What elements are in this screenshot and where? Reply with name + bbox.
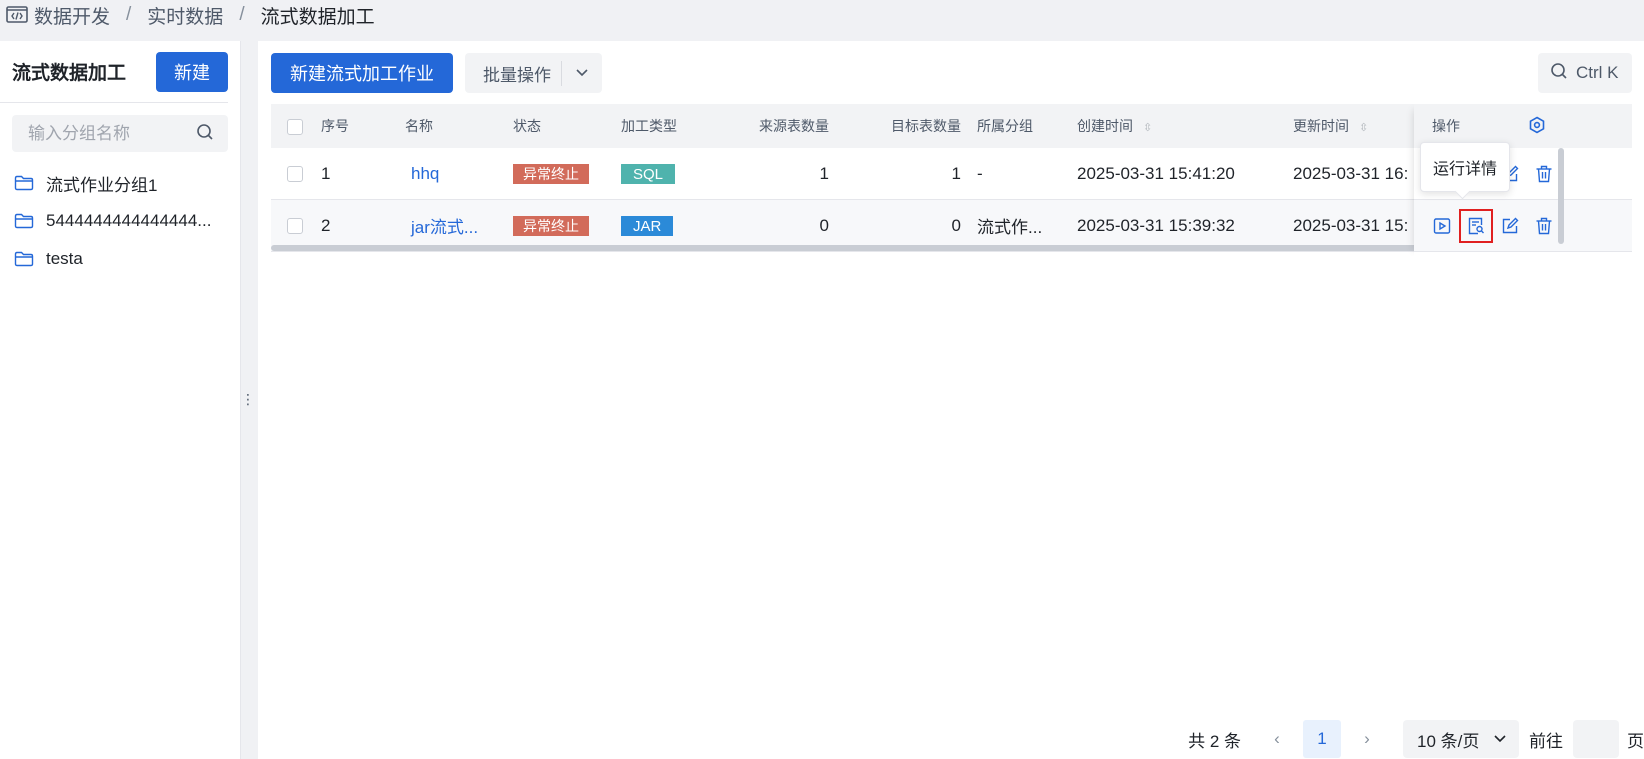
status-badge: 异常终止 bbox=[513, 215, 589, 236]
group-item[interactable]: testa bbox=[0, 240, 240, 278]
group-search bbox=[12, 115, 228, 152]
group-item[interactable]: 流式作业分组1 bbox=[0, 164, 240, 202]
row-source-count: 0 bbox=[819, 215, 829, 235]
group-list: 流式作业分组1 5444444444444444... testa bbox=[0, 164, 240, 278]
header-index: 序号 bbox=[321, 118, 349, 134]
group-item-label: testa bbox=[46, 249, 83, 268]
next-page-icon[interactable]: › bbox=[1355, 729, 1379, 749]
header-status: 状态 bbox=[513, 118, 541, 134]
panel-resize-handle[interactable]: ⋮⋮ bbox=[240, 41, 267, 759]
delete-icon[interactable] bbox=[1532, 162, 1556, 186]
row-checkbox[interactable] bbox=[287, 218, 303, 235]
header-name: 名称 bbox=[405, 118, 433, 134]
shortcut-label: Ctrl K bbox=[1576, 63, 1619, 82]
row-checkbox[interactable] bbox=[287, 166, 303, 183]
goto-label: 前往 bbox=[1529, 731, 1563, 751]
sort-icon[interactable]: ⇳ bbox=[1359, 121, 1368, 134]
horizontal-scrollbar[interactable] bbox=[271, 245, 1496, 251]
row-target-count: 1 bbox=[951, 163, 961, 183]
row-updated: 2025-03-31 15: bbox=[1293, 215, 1409, 235]
header-created-label: 创建时间 bbox=[1077, 118, 1133, 134]
batch-actions-label: 批量操作 bbox=[465, 60, 562, 86]
pagination: 共 2 条 ‹ 1 › 10 条/页 前往 页 bbox=[1188, 719, 1644, 759]
row-created: 2025-03-31 15:41:20 bbox=[1077, 163, 1235, 183]
type-badge: SQL bbox=[621, 163, 676, 184]
prev-page-icon[interactable]: ‹ bbox=[1265, 729, 1289, 749]
run-details-icon[interactable] bbox=[1459, 208, 1493, 243]
breadcrumb-item-realtime[interactable]: 实时数据 bbox=[147, 2, 223, 29]
new-job-button[interactable]: 新建流式加工作业 bbox=[271, 53, 453, 93]
group-item[interactable]: 5444444444444444... bbox=[0, 202, 240, 240]
row-target-count: 0 bbox=[951, 215, 961, 235]
batch-actions-dropdown[interactable]: 批量操作 bbox=[465, 53, 602, 93]
new-group-button[interactable]: 新建 bbox=[156, 51, 228, 92]
ops-header-label: 操作 bbox=[1432, 118, 1460, 134]
chevron-down-icon[interactable] bbox=[562, 68, 602, 78]
header-type: 加工类型 bbox=[621, 118, 677, 134]
delete-icon[interactable] bbox=[1532, 214, 1556, 238]
quick-search-button[interactable]: Ctrl K bbox=[1538, 53, 1632, 93]
row-source-count: 1 bbox=[819, 163, 829, 183]
sidebar: 流式数据加工 新建 流式作业分组1 5444444444444444... te… bbox=[0, 41, 240, 759]
toolbar: 新建流式加工作业 批量操作 bbox=[271, 53, 602, 93]
job-name-link[interactable]: jar流式... bbox=[405, 218, 478, 237]
breadcrumb: 数据开发 / 实时数据 / 流式数据加工 bbox=[0, 0, 375, 30]
folder-icon bbox=[14, 175, 34, 191]
row-type-cell: JAR bbox=[621, 215, 717, 236]
row-select-cell bbox=[271, 164, 321, 184]
folder-icon bbox=[14, 213, 34, 229]
header-updated[interactable]: 更新时间 ⇳ bbox=[1293, 116, 1433, 136]
group-item-label: 5444444444444444... bbox=[46, 211, 212, 230]
row-status-cell: 异常终止 bbox=[513, 163, 621, 184]
pagination-total: 共 2 条 bbox=[1188, 731, 1241, 751]
row-updated: 2025-03-31 16: bbox=[1293, 163, 1409, 183]
select-all-cell bbox=[271, 117, 321, 135]
row-group: - bbox=[977, 163, 983, 183]
status-badge: 异常终止 bbox=[513, 163, 589, 184]
header-updated-label: 更新时间 bbox=[1293, 118, 1349, 134]
code-window-icon bbox=[6, 5, 28, 25]
group-search-input[interactable] bbox=[28, 123, 196, 144]
goto-page-input[interactable] bbox=[1573, 720, 1619, 758]
row-name-cell: hhq bbox=[405, 164, 513, 184]
breadcrumb-item-current: 流式数据加工 bbox=[260, 6, 375, 28]
group-item-label: 流式作业分组1 bbox=[46, 175, 158, 195]
sort-icon[interactable]: ⇳ bbox=[1143, 121, 1152, 134]
chevron-down-icon bbox=[1493, 729, 1507, 749]
page-size-select[interactable]: 10 条/页 bbox=[1403, 720, 1519, 758]
sidebar-header: 流式数据加工 新建 bbox=[0, 41, 228, 103]
row-index: 1 bbox=[321, 163, 331, 183]
breadcrumb-item-dev[interactable]: 数据开发 bbox=[34, 2, 110, 29]
sidebar-title: 流式数据加工 bbox=[12, 63, 127, 84]
row-status-cell: 异常终止 bbox=[513, 215, 621, 236]
row-name-cell: jar流式... bbox=[405, 213, 513, 238]
header-group: 所属分组 bbox=[977, 118, 1033, 134]
run-icon[interactable] bbox=[1430, 214, 1454, 238]
edit-icon[interactable] bbox=[1498, 214, 1522, 238]
job-name-link[interactable]: hhq bbox=[405, 164, 439, 183]
vertical-scrollbar[interactable] bbox=[1558, 148, 1564, 244]
row-group: 流式作... bbox=[977, 218, 1043, 237]
breadcrumb-separator: / bbox=[126, 4, 132, 25]
header-created[interactable]: 创建时间 ⇳ bbox=[1077, 116, 1293, 136]
page-number-current[interactable]: 1 bbox=[1303, 720, 1341, 758]
select-all-checkbox[interactable] bbox=[287, 118, 303, 135]
header-target-count: 目标表数量 bbox=[891, 118, 961, 134]
page-unit-label: 页 bbox=[1627, 731, 1644, 751]
row-created: 2025-03-31 15:39:32 bbox=[1077, 215, 1235, 235]
row-select-cell bbox=[271, 216, 321, 236]
folder-icon bbox=[14, 251, 34, 267]
search-icon[interactable] bbox=[196, 123, 214, 144]
breadcrumb-separator: / bbox=[239, 4, 245, 25]
row-index: 2 bbox=[321, 215, 331, 235]
page-size-value: 10 条/页 bbox=[1417, 731, 1480, 751]
header-source-count: 来源表数量 bbox=[759, 118, 829, 134]
search-icon bbox=[1550, 62, 1568, 85]
type-badge: JAR bbox=[621, 215, 674, 236]
tooltip-run-details: 运行详情 bbox=[1420, 142, 1511, 192]
row-type-cell: SQL bbox=[621, 163, 717, 184]
ops-row bbox=[1414, 200, 1564, 252]
column-settings-icon[interactable] bbox=[1528, 116, 1546, 137]
